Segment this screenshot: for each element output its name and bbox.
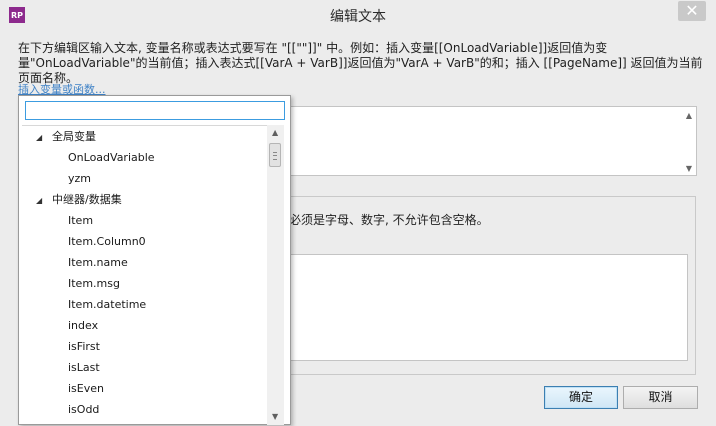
expanded-caret-icon[interactable]: ◢ bbox=[36, 127, 46, 148]
tree-item-label: isEven bbox=[68, 382, 104, 395]
text-editor[interactable]: ▲ ▼ bbox=[283, 106, 697, 176]
scroll-down-icon[interactable]: ▼ bbox=[272, 412, 278, 421]
tree-item-label: Item.name bbox=[68, 256, 128, 269]
tree-item-label: Item.msg bbox=[68, 277, 120, 290]
scroll-up-icon[interactable]: ▲ bbox=[686, 111, 692, 120]
tree-item-label: yzm bbox=[68, 172, 91, 185]
ok-button[interactable]: 确定 bbox=[544, 386, 618, 409]
tree-item[interactable]: Item bbox=[68, 210, 93, 231]
scroll-up-icon[interactable]: ▲ bbox=[272, 128, 278, 137]
local-variables-list[interactable] bbox=[289, 254, 688, 361]
tree-item[interactable]: Item.msg bbox=[68, 273, 120, 294]
tree-item-label: isOdd bbox=[68, 403, 100, 416]
variable-tree: ◢ 全局变量 OnLoadVariable yzm ◢ 中继器/数据集 Item Item.C… bbox=[22, 125, 269, 426]
tree-item-label: Item.datetime bbox=[68, 298, 147, 311]
tree-item[interactable]: isLast bbox=[68, 357, 100, 378]
tree-item[interactable]: index bbox=[68, 315, 98, 336]
tree-item-label: isFirst bbox=[68, 340, 100, 353]
close-icon: ✕ bbox=[685, 1, 699, 20]
tree-item[interactable]: Item.datetime bbox=[68, 294, 146, 315]
close-button[interactable]: ✕ bbox=[678, 1, 706, 21]
tree-item-label: index bbox=[68, 319, 99, 332]
tree-item[interactable]: isEven bbox=[68, 378, 104, 399]
cancel-button[interactable]: 取消 bbox=[623, 386, 698, 409]
tree-item[interactable]: OnLoadVariable bbox=[68, 147, 155, 168]
tree-item-label: 中继器/数据集 bbox=[52, 193, 122, 206]
tree-group[interactable]: ◢ 中继器/数据集 bbox=[36, 189, 122, 210]
tree-item[interactable]: isOdd bbox=[68, 399, 99, 420]
scroll-down-icon[interactable]: ▼ bbox=[686, 164, 692, 173]
editor-scrollbar[interactable]: ▲ ▼ bbox=[679, 107, 696, 175]
instruction-text: 在下方编辑区输入文本, 变量名称或表达式要写在 "[[""]]" 中。例如：插入… bbox=[18, 41, 703, 85]
tree-item-label: Item bbox=[68, 214, 94, 227]
tree-item[interactable]: isFirst bbox=[68, 336, 100, 357]
variable-name-hint: 必须是字母、数字, 不允许包含空格。 bbox=[289, 213, 489, 227]
dialog-title: 编辑文本 bbox=[330, 9, 386, 25]
title-bar: RP 编辑文本 ✕ bbox=[0, 0, 716, 30]
variable-function-popup: ◢ 全局变量 OnLoadVariable yzm ◢ 中继器/数据集 Item Item.C… bbox=[18, 95, 291, 425]
tree-item-label: isLast bbox=[68, 361, 100, 374]
tree-group[interactable]: ◢ 全局变量 bbox=[36, 126, 96, 147]
tree-item[interactable]: yzm bbox=[68, 168, 91, 189]
popup-search-input[interactable] bbox=[25, 101, 285, 120]
tree-item-label: OnLoadVariable bbox=[68, 151, 155, 164]
tree-item[interactable]: Item.Column0 bbox=[68, 231, 146, 252]
tree-scrollbar[interactable]: ▲ ▼ bbox=[267, 125, 284, 425]
expanded-caret-icon[interactable]: ◢ bbox=[36, 190, 46, 211]
tree-item[interactable]: Item.name bbox=[68, 252, 128, 273]
scroll-thumb[interactable] bbox=[269, 143, 281, 167]
tree-item-label: 全局变量 bbox=[52, 130, 96, 143]
tree-item-label: Item.Column0 bbox=[68, 235, 146, 248]
